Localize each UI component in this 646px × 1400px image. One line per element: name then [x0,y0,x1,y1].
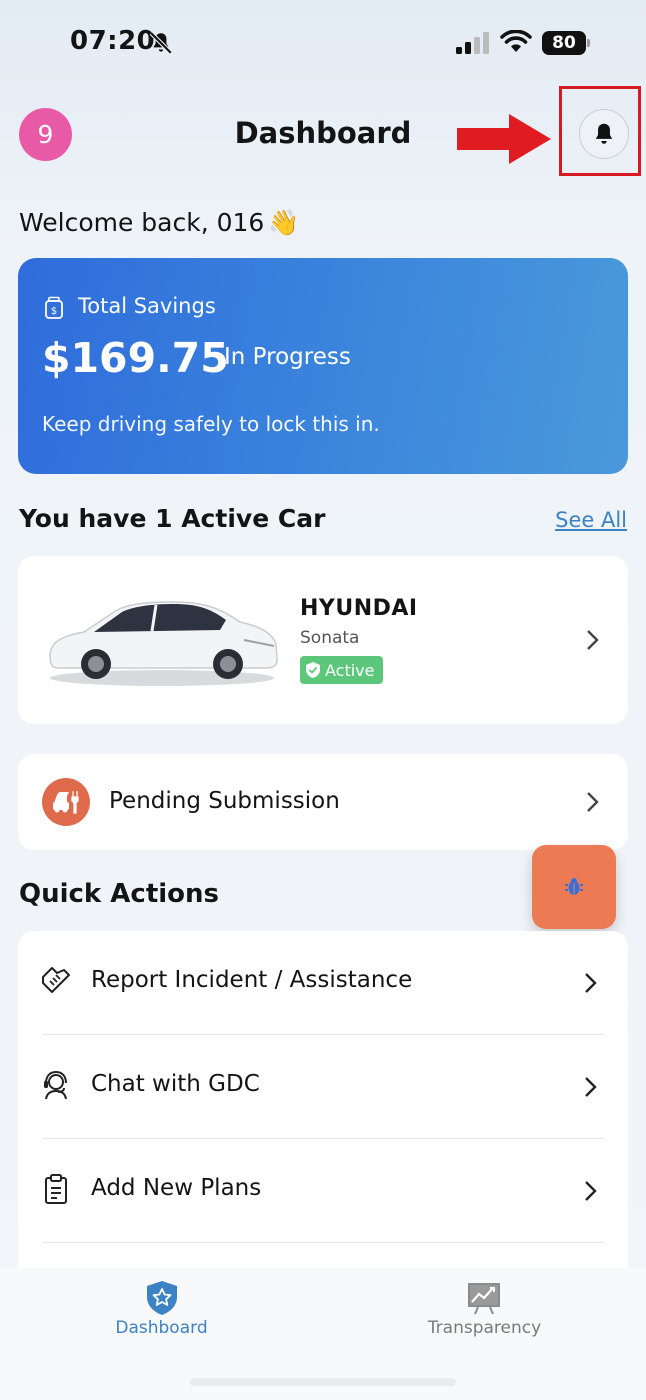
chevron-right-icon [585,1181,597,1201]
car-model: Sonata [300,628,360,648]
clipboard-icon [45,1174,67,1204]
bug-icon [565,878,583,895]
car-repair-icon [42,778,90,826]
support-agent-icon [44,1070,67,1100]
mute-icon [149,31,173,55]
svg-text:$: $ [51,306,57,317]
quick-actions-list: Report Incident / Assistance Chat with G… [18,931,628,1291]
savings-card[interactable]: $ Total Savings $169.75 In Progress Keep… [18,258,628,474]
handshake-icon [42,967,70,993]
savings-amount: $169.75 [42,334,229,382]
status-badge-label: Active [325,660,375,680]
notification-bell-button[interactable] [579,109,629,159]
welcome-text: Welcome back, 016 [19,208,265,237]
debug-fab-button[interactable] [532,845,616,929]
battery-icon: 80 [542,31,590,55]
active-cars-heading: You have 1 Active Car [19,504,326,533]
savings-note: Keep driving safely to lock this in. [42,412,380,436]
add-new-plans-label: Add New Plans [91,1175,262,1201]
chevron-right-icon [585,973,597,993]
bell-icon [595,123,613,144]
home-indicator [190,1378,456,1386]
battery-level: 80 [542,31,586,55]
chart-board-icon [468,1283,500,1315]
waving-hand-icon: 👋 [268,208,300,237]
status-time: 07:20 [70,26,156,56]
money-jar-icon: $ [45,296,63,319]
signal-icon [456,32,489,54]
quick-actions-heading: Quick Actions [19,879,220,909]
pending-submission-button[interactable]: Pending Submission [18,754,628,850]
add-new-plans-button[interactable]: Add New Plans [18,1139,628,1243]
divider [42,1242,604,1243]
red-arrow-annotation-icon [457,114,551,164]
wifi-icon [500,30,532,52]
chevron-right-icon [587,792,599,812]
shield-star-icon [147,1281,177,1315]
welcome-message: Welcome back, 016 👋 [19,208,299,238]
chevron-right-icon [587,630,599,650]
status-badge: Active [300,656,383,684]
see-all-link[interactable]: See All [555,508,627,532]
car-card[interactable]: HYUNDAI Sonata Active [18,556,628,724]
status-bar: 07:20 80 [0,0,646,88]
chat-with-gdc-label: Chat with GDC [91,1071,260,1097]
car-image [49,601,278,686]
chevron-right-icon [585,1077,597,1097]
savings-label: Total Savings [78,294,216,318]
chat-with-gdc-button[interactable]: Chat with GDC [18,1035,628,1139]
car-make: HYUNDAI [300,596,418,621]
report-incident-button[interactable]: Report Incident / Assistance [18,931,628,1035]
header: 9 Dashboard [0,86,646,176]
pending-submission-label: Pending Submission [109,788,340,814]
report-incident-label: Report Incident / Assistance [91,967,413,993]
tab-dashboard-label: Dashboard [115,1318,208,1338]
shield-check-icon [306,662,320,678]
tab-transparency-label: Transparency [427,1318,542,1338]
savings-status: In Progress [224,344,351,370]
